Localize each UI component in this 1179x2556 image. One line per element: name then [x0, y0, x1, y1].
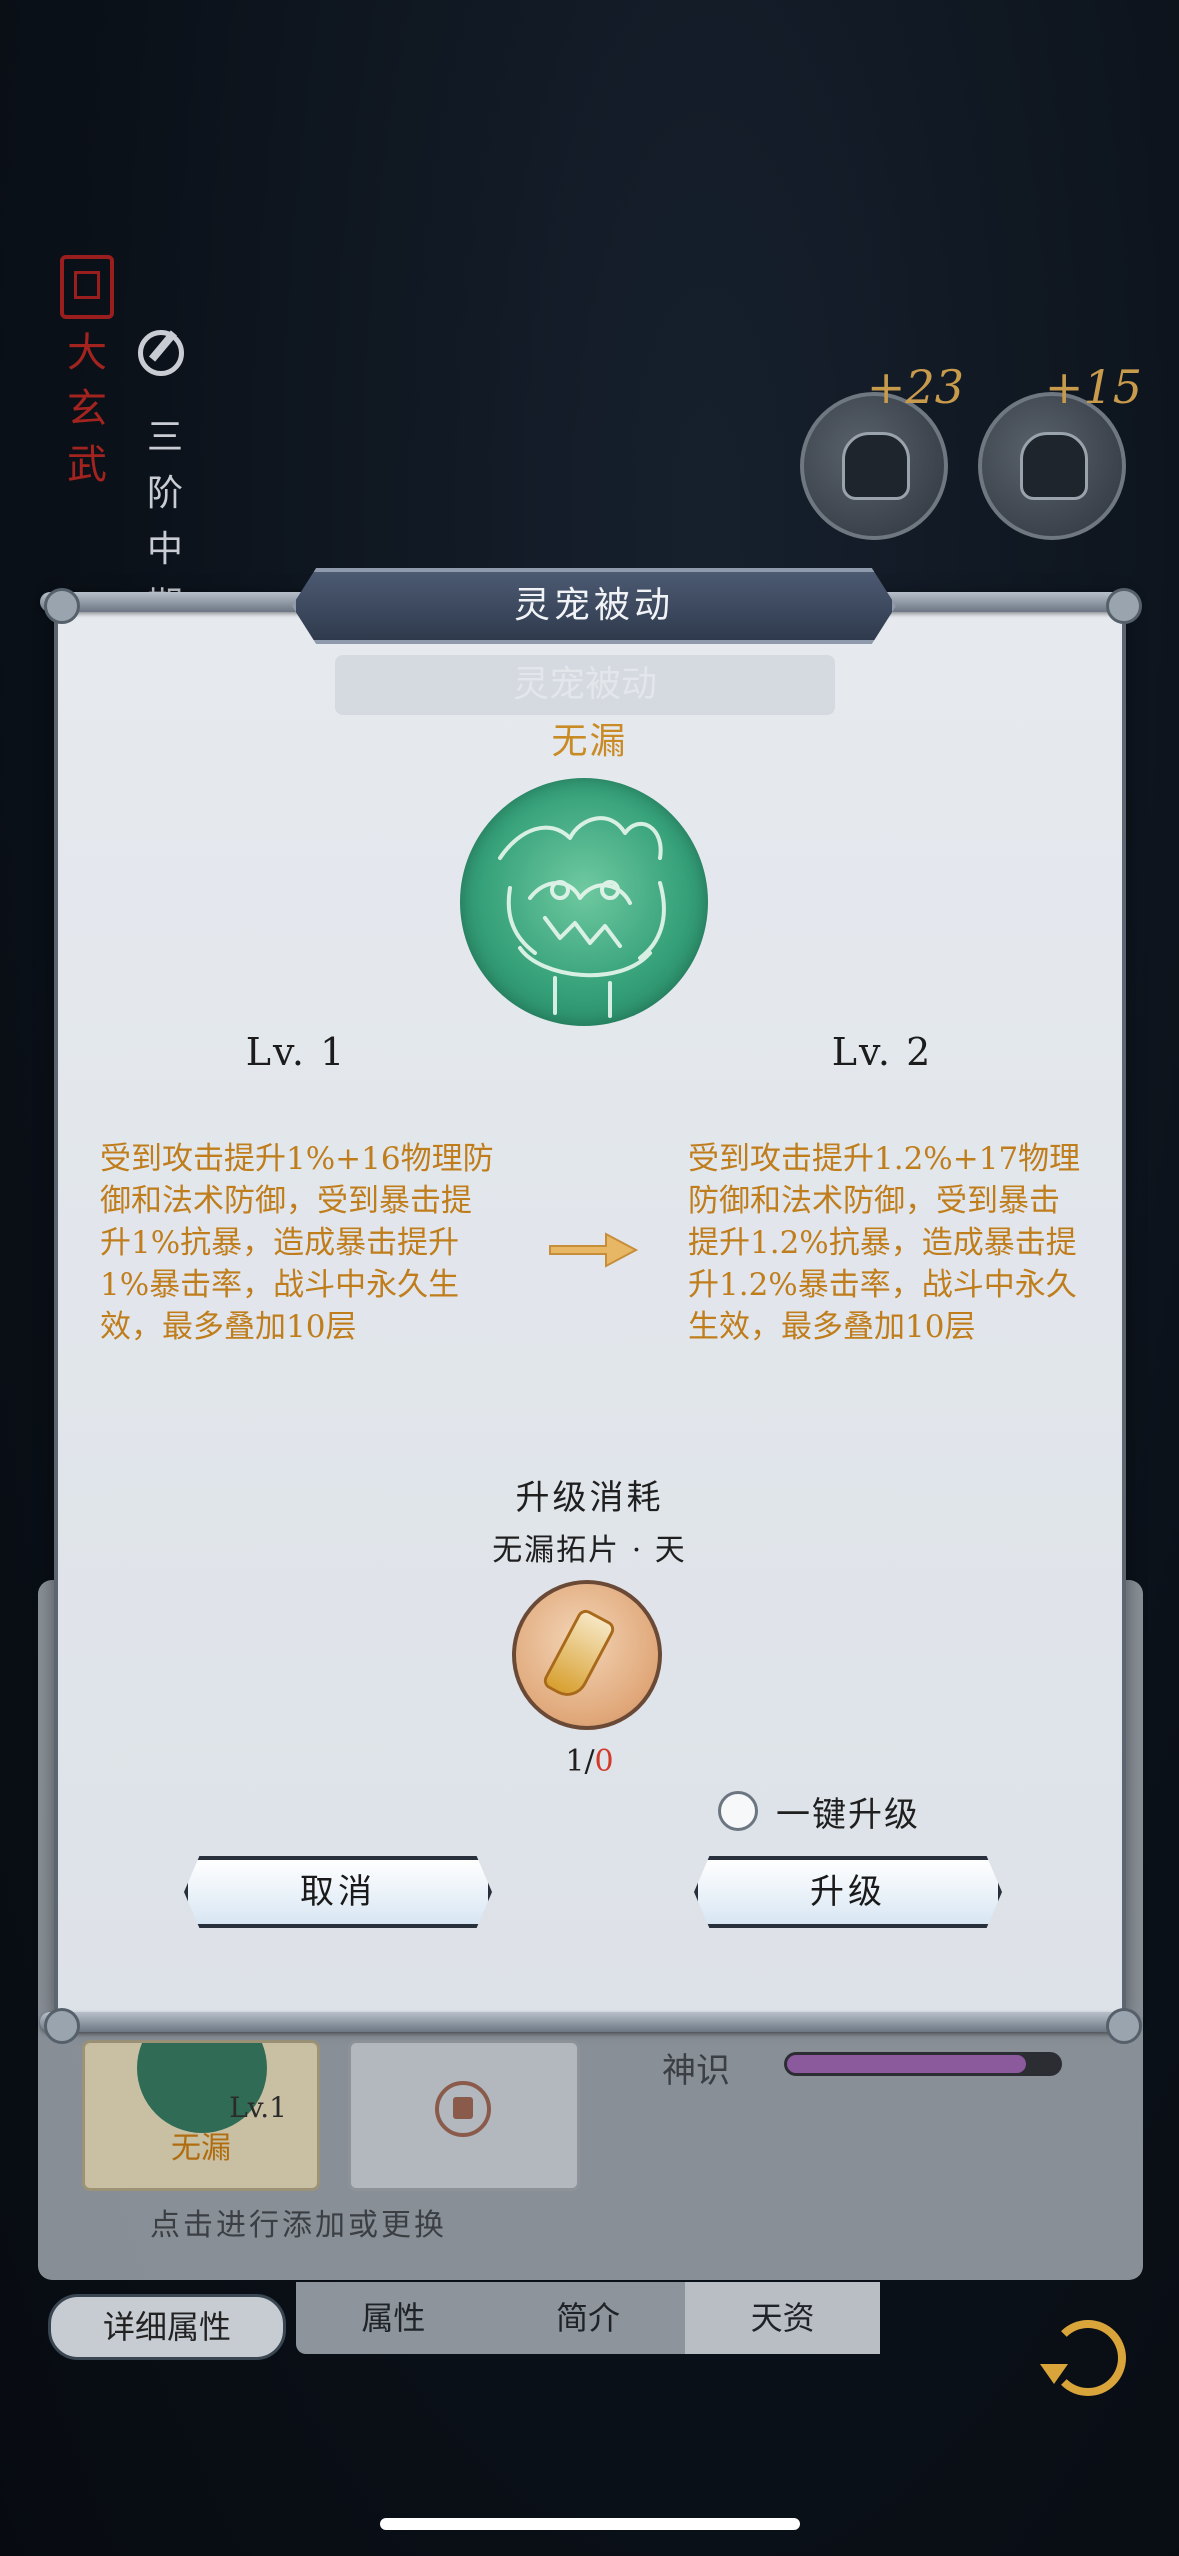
beast-skill-icon [460, 778, 708, 1026]
cancel-button[interactable]: 取消 [184, 1856, 492, 1928]
add-or-replace-hint: 点击进行添加或更换 [150, 2208, 447, 2243]
bottom-tabs: 属性 简介 天资 [296, 2282, 881, 2354]
one-key-upgrade-toggle[interactable]: 一键升级 [718, 1788, 920, 1835]
helmet-icon [842, 432, 910, 500]
pet-slot-name: 无漏 [171, 2131, 231, 2166]
skill-name: 无漏 [551, 721, 628, 762]
upgrade-cost-title: 升级消耗 [515, 1478, 664, 1518]
shenshi-bar [784, 2052, 1062, 2076]
realm-label: 大玄武 [67, 330, 107, 488]
scroll-knob [1106, 2008, 1142, 2044]
next-effect-description: 受到攻击提升1.2%+17物理防御和法术防御，受到暴击提升1.2%抗暴，造成暴击… [688, 1141, 1081, 1345]
next-level: Lv. 2 [831, 1030, 933, 1074]
current-effect-description: 受到攻击提升1%+16物理防御和法术防御，受到暴击提升1%抗暴，造成暴击提升1%… [100, 1141, 494, 1345]
item-count: 1/0 [0, 1744, 1179, 1779]
dialog-title: 灵宠被动 [292, 568, 896, 644]
tab-intro[interactable]: 简介 [491, 2282, 686, 2354]
one-key-label: 一键升级 [776, 1794, 920, 1835]
shenshi-label: 神识 [662, 2051, 730, 2091]
one-key-radio[interactable] [718, 1791, 758, 1831]
shenshi-bar-fill [787, 2055, 1027, 2073]
tab-talent[interactable]: 天资 [685, 2282, 881, 2354]
pet-skill-slot[interactable]: Lv.1 无漏 [82, 2040, 320, 2191]
scroll-rod-bottom [40, 2012, 1140, 2032]
pet-slot-level: Lv.1 [229, 2091, 287, 2124]
count-have: 1 [565, 1744, 585, 1779]
count-need: 0 [594, 1744, 614, 1779]
ghost-title: 灵宠被动 [335, 655, 835, 715]
arrow-right-icon [549, 1232, 638, 1268]
home-indicator [380, 2518, 800, 2530]
back-icon[interactable] [1040, 2320, 1126, 2396]
cost-item-name: 无漏拓片 · 天 [492, 1533, 687, 1568]
rubbing-scroll-icon[interactable] [512, 1580, 662, 1730]
equipment-plus: +15 [1044, 360, 1142, 414]
seal-icon [60, 255, 114, 319]
current-level: Lv. 1 [245, 1030, 347, 1074]
equipment-plus: +23 [866, 360, 964, 414]
scroll-knob [1106, 588, 1142, 624]
horned-helmet-icon [1020, 432, 1088, 500]
edit-icon[interactable] [138, 330, 184, 376]
equipment-slot-horned-helmet[interactable]: +15 [978, 360, 1142, 540]
equipment-slot-helmet[interactable]: +23 [800, 360, 964, 540]
count-separator: / [584, 1744, 595, 1779]
scroll-knob [44, 2008, 80, 2044]
scroll-knob [44, 588, 80, 624]
locked-skill-slot[interactable] [348, 2040, 580, 2191]
tab-attributes[interactable]: 属性 [296, 2282, 491, 2354]
detail-attributes-button[interactable]: 详细属性 [48, 2294, 286, 2360]
lock-icon [435, 2081, 491, 2137]
upgrade-button[interactable]: 升级 [694, 1856, 1002, 1928]
